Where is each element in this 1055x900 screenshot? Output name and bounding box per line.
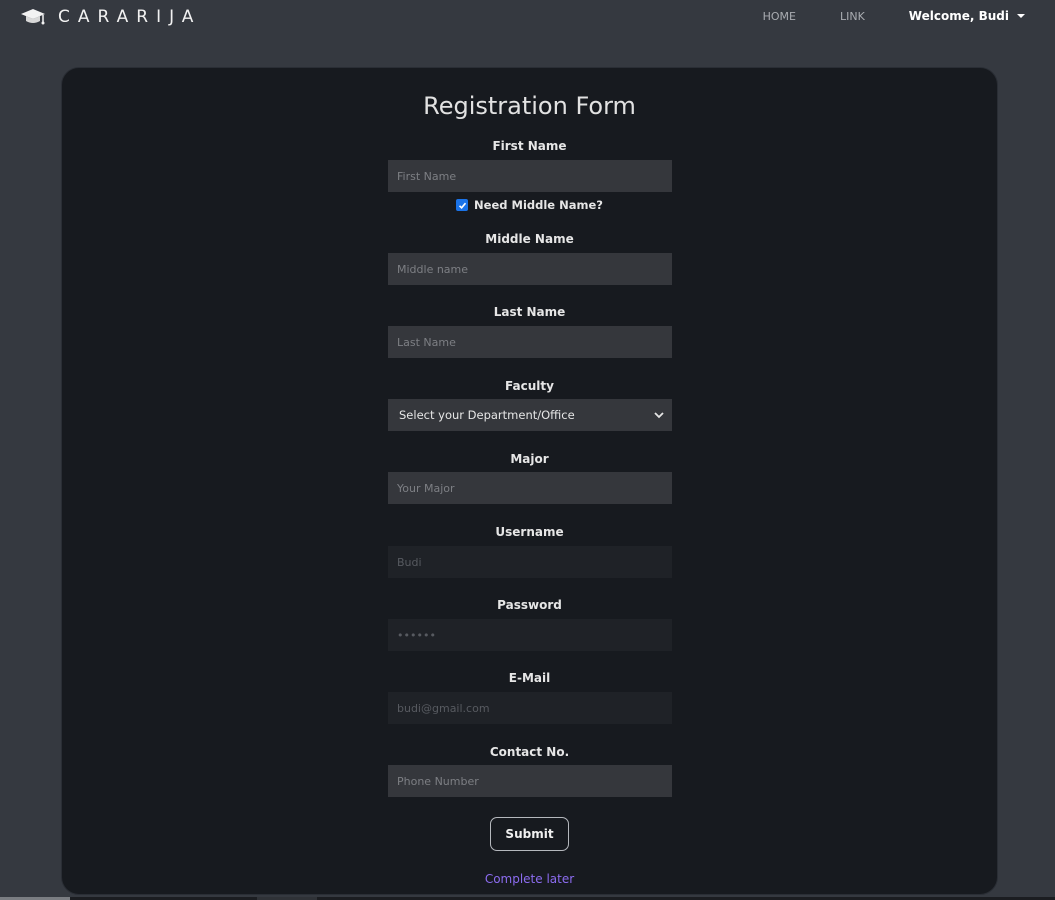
faculty-selected-value: Select your Department/Office [399, 408, 575, 422]
chevron-down-icon [654, 412, 664, 419]
faculty-label: Faculty [505, 379, 554, 393]
user-welcome-label: Welcome, Budi [908, 9, 1009, 23]
brand[interactable]: CARARIJA [20, 6, 201, 28]
password-input[interactable] [388, 619, 672, 651]
complete-later-link[interactable]: Complete later [62, 872, 997, 886]
nav-link-home[interactable]: HOME [763, 10, 796, 23]
last-name-input[interactable] [388, 326, 672, 358]
check-icon [458, 202, 466, 209]
nav-links: HOME LINK Welcome, Budi [719, 9, 1025, 23]
password-label: Password [497, 598, 562, 612]
contact-input[interactable] [388, 765, 672, 797]
submit-button[interactable]: Submit [490, 817, 569, 851]
contact-label: Contact No. [489, 745, 570, 759]
first-name-input[interactable] [388, 160, 672, 192]
top-navbar: CARARIJA HOME LINK Welcome, Budi [0, 0, 1055, 34]
user-menu-dropdown[interactable]: Welcome, Budi [909, 9, 1025, 23]
middle-name-checkbox-label: Need Middle Name? [474, 198, 603, 212]
faculty-select[interactable]: Select your Department/Office [388, 399, 672, 431]
middle-name-toggle[interactable]: Need Middle Name? [62, 198, 997, 212]
graduation-cap-icon [21, 9, 45, 25]
registration-card: Registration Form First Name Need Middle… [61, 67, 998, 895]
major-input[interactable] [388, 472, 672, 504]
email-label: E-Mail [508, 671, 551, 685]
major-label: Major [510, 452, 549, 466]
middle-name-label: Middle Name [485, 232, 574, 246]
username-label: Username [495, 525, 564, 539]
form-title: Registration Form [423, 92, 636, 120]
middle-name-checkbox[interactable] [456, 199, 469, 211]
email-input[interactable] [388, 692, 672, 724]
last-name-label: Last Name [493, 305, 566, 319]
first-name-label: First Name [492, 139, 567, 153]
caret-down-icon [1017, 14, 1025, 18]
middle-name-input[interactable] [388, 253, 672, 285]
username-input[interactable] [388, 546, 672, 578]
brand-name: CARARIJA [58, 7, 202, 27]
nav-link-link[interactable]: LINK [840, 10, 865, 23]
